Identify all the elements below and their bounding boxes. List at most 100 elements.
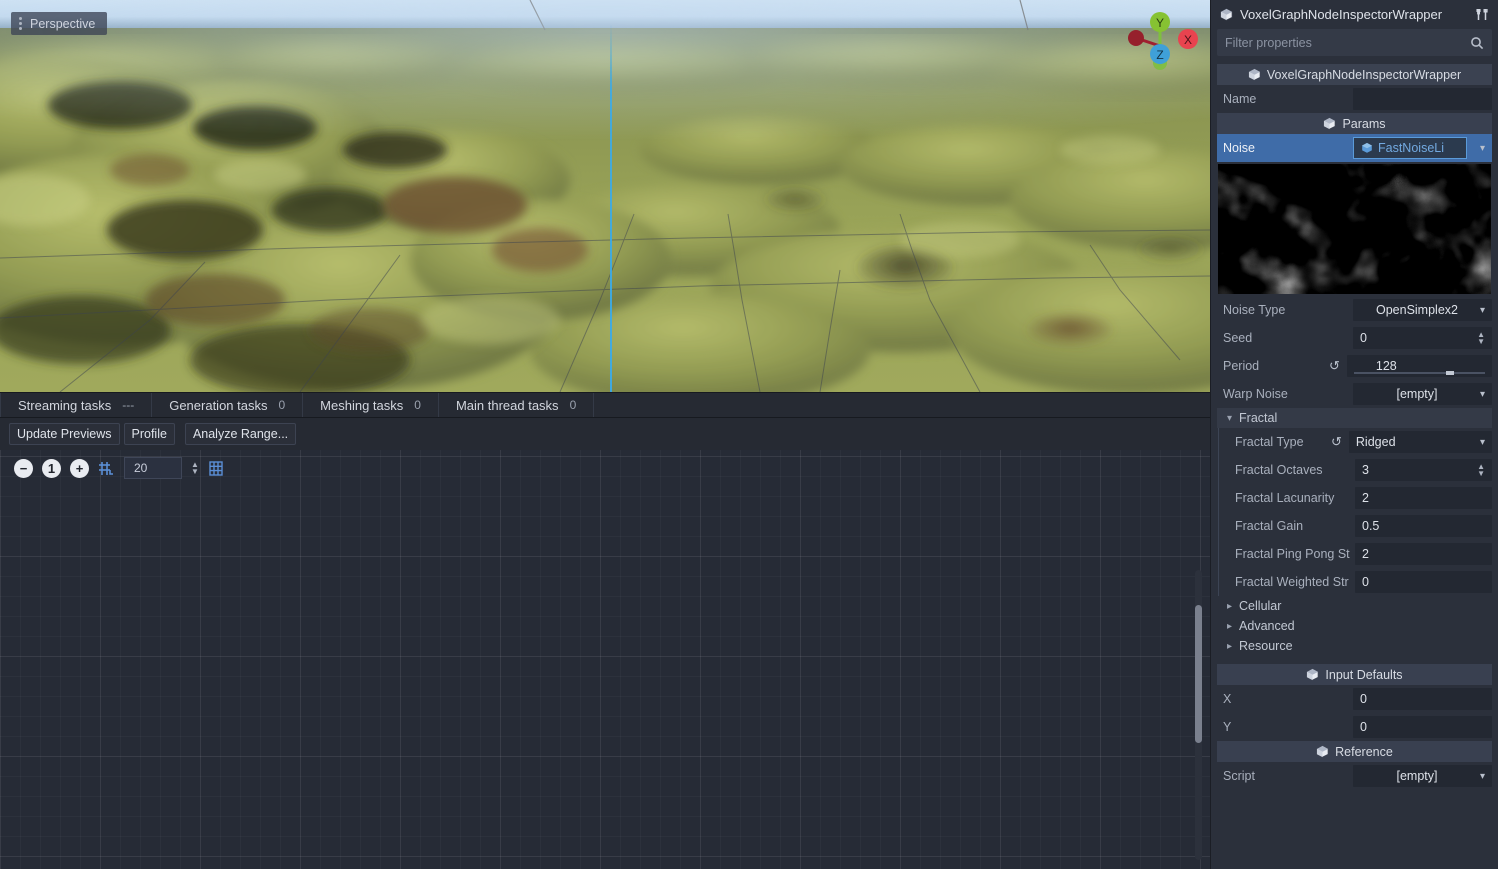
analyze-range-button[interactable]: Analyze Range... [184, 423, 297, 445]
stat-label: Meshing tasks [320, 397, 404, 413]
graph-toolbar: Update Previews Profile Analyze Range... [0, 418, 1210, 450]
chevron-down-icon[interactable]: ▾ [1473, 143, 1492, 154]
viewport-3d[interactable]: Perspective X Y Z [0, 0, 1210, 392]
chevron-down-icon: ▾ [1479, 436, 1485, 448]
resource-cube-icon [1220, 8, 1233, 21]
property-row-input-x[interactable]: X 0 [1217, 685, 1492, 713]
property-row-input-y[interactable]: Y 0 [1217, 713, 1492, 741]
resource-group-toggle[interactable]: ▸ Resource [1217, 636, 1492, 656]
inspector-panel: VoxelGraphNodeInspectorWrapper Filter pr… [1210, 0, 1498, 869]
property-label: Script [1223, 769, 1255, 783]
snap-size-input[interactable]: 20 [124, 457, 182, 479]
period-input[interactable]: 128 [1346, 355, 1492, 377]
grid-snap-icon[interactable] [208, 460, 224, 477]
axis-gizmo[interactable]: X Y Z [1114, 8, 1200, 78]
gizmo-z-label: Z [1156, 48, 1163, 62]
property-row-fractal-ping-pong[interactable]: Fractal Ping Pong St 2 [1219, 540, 1492, 568]
stat-generation-tasks: Generation tasks 0 [152, 393, 304, 417]
zoom-reset-button[interactable]: 1 [42, 458, 61, 478]
noise-preview-image [1218, 164, 1491, 294]
object-header: VoxelGraphNodeInspectorWrapper [1217, 64, 1492, 85]
stat-value: --- [122, 398, 135, 412]
noise-type-value: OpenSimplex2 [1375, 303, 1458, 317]
resource-group-label: Resource [1239, 639, 1293, 653]
world-axis-line [610, 24, 612, 392]
perspective-menu[interactable]: Perspective [11, 12, 108, 35]
search-icon[interactable] [1470, 36, 1484, 50]
stat-label: Streaming tasks [18, 397, 112, 413]
noise-type-dropdown[interactable]: OpenSimplex2 ▾ [1353, 299, 1492, 321]
seed-input[interactable]: 0 ▲ ▼ [1353, 327, 1492, 349]
resource-cube-icon [1248, 68, 1261, 81]
zoom-out-button[interactable]: − [14, 458, 33, 478]
cellular-group-toggle[interactable]: ▸ Cellular [1217, 596, 1492, 616]
property-row-fractal-weighted[interactable]: Fractal Weighted Str 0 [1219, 568, 1492, 596]
property-label: Name [1223, 92, 1257, 106]
reference-header[interactable]: Reference [1217, 741, 1492, 762]
profile-button[interactable]: Profile [123, 423, 175, 445]
fractal-type-dropdown[interactable]: Ridged ▾ [1348, 431, 1492, 453]
period-slider-knob[interactable] [1445, 371, 1454, 375]
fractal-gain-input[interactable]: 0.5 [1355, 515, 1492, 537]
property-row-fractal-gain[interactable]: Fractal Gain 0.5 [1219, 512, 1492, 540]
seed-stepper[interactable]: ▲ ▼ [1477, 331, 1485, 346]
property-row-name[interactable]: Name [1217, 85, 1492, 113]
snap-stepper[interactable]: ▲ ▼ [191, 461, 199, 476]
tools-icon[interactable] [1475, 7, 1490, 22]
fractal-octaves-stepper[interactable]: ▲ ▼ [1477, 463, 1485, 478]
noise-preview-render [1218, 164, 1491, 294]
warp-noise-dropdown[interactable]: [empty] ▾ [1353, 383, 1492, 405]
fractal-octaves-input[interactable]: 3 ▲ ▼ [1355, 459, 1492, 481]
fractal-group-label: Fractal [1239, 411, 1278, 425]
chevron-down-icon: ▾ [1227, 412, 1233, 424]
snap-toggle-icon[interactable] [98, 460, 115, 477]
graph-scrollbar-thumb[interactable] [1195, 605, 1202, 743]
property-row-noise[interactable]: Noise FastNoiseLi ▾ [1217, 134, 1492, 162]
advanced-group-toggle[interactable]: ▸ Advanced [1217, 616, 1492, 636]
property-row-fractal-octaves[interactable]: Fractal Octaves 3 ▲ ▼ [1219, 456, 1492, 484]
stat-value: 0 [278, 398, 286, 412]
chevron-down-icon: ▾ [1479, 304, 1485, 316]
revert-icon[interactable]: ↺ [1329, 358, 1340, 374]
atmosphere-haze [0, 0, 1210, 392]
property-label: Fractal Weighted Str [1235, 575, 1349, 589]
property-label: Fractal Lacunarity [1235, 491, 1335, 505]
resource-cube-icon [1306, 668, 1319, 681]
script-dropdown[interactable]: [empty] ▾ [1353, 765, 1492, 787]
stat-label: Main thread tasks [455, 397, 559, 413]
input-defaults-label: Input Defaults [1325, 667, 1403, 682]
property-row-seed[interactable]: Seed 0 ▲ ▼ [1217, 324, 1492, 352]
input-default-x[interactable]: 0 [1353, 688, 1492, 710]
fractal-group-toggle[interactable]: ▾ Fractal [1217, 408, 1492, 428]
input-default-y[interactable]: 0 [1353, 716, 1492, 738]
fractal-type-value: Ridged [1355, 435, 1396, 449]
property-row-script[interactable]: Script [empty] ▾ [1217, 762, 1492, 790]
property-row-noise-type[interactable]: Noise Type OpenSimplex2 ▾ [1217, 296, 1492, 324]
fractal-ping-pong-input[interactable]: 2 [1355, 543, 1492, 565]
period-slider-track[interactable] [1353, 372, 1485, 374]
inspector-title: VoxelGraphNodeInspectorWrapper [1240, 7, 1443, 22]
property-row-period[interactable]: Period ↺ 128 [1217, 352, 1492, 380]
property-row-fractal-lacunarity[interactable]: Fractal Lacunarity 2 [1219, 484, 1492, 512]
property-label: Fractal Ping Pong St [1235, 547, 1350, 561]
property-label: Warp Noise [1223, 387, 1288, 401]
property-row-fractal-type[interactable]: Fractal Type ↺ Ridged ▾ [1219, 428, 1492, 456]
node-graph-canvas[interactable]: − 1 + 20 ▲ ▼ [0, 450, 1210, 869]
fractal-lacunarity-input[interactable]: 2 [1355, 487, 1492, 509]
chevron-right-icon: ▸ [1227, 600, 1233, 612]
fractal-weighted-input[interactable]: 0 [1355, 571, 1492, 593]
input-defaults-header[interactable]: Input Defaults [1217, 664, 1492, 685]
resource-cube-icon [1316, 745, 1329, 758]
update-previews-button[interactable]: Update Previews [9, 423, 120, 445]
reference-label: Reference [1335, 744, 1393, 759]
params-group-header[interactable]: Params [1217, 113, 1492, 134]
zoom-in-button[interactable]: + [70, 458, 89, 478]
noise-resource-button[interactable]: FastNoiseLi [1353, 137, 1467, 159]
property-row-warp-noise[interactable]: Warp Noise [empty] ▾ [1217, 380, 1492, 408]
kebab-menu-icon[interactable] [17, 17, 24, 30]
filter-properties-input[interactable]: Filter properties [1217, 29, 1492, 56]
fractal-properties: Fractal Type ↺ Ridged ▾ Fractal Octaves … [1218, 428, 1492, 596]
revert-icon[interactable]: ↺ [1331, 434, 1342, 450]
property-label: Fractal Type [1235, 435, 1304, 449]
name-input[interactable] [1353, 88, 1492, 110]
